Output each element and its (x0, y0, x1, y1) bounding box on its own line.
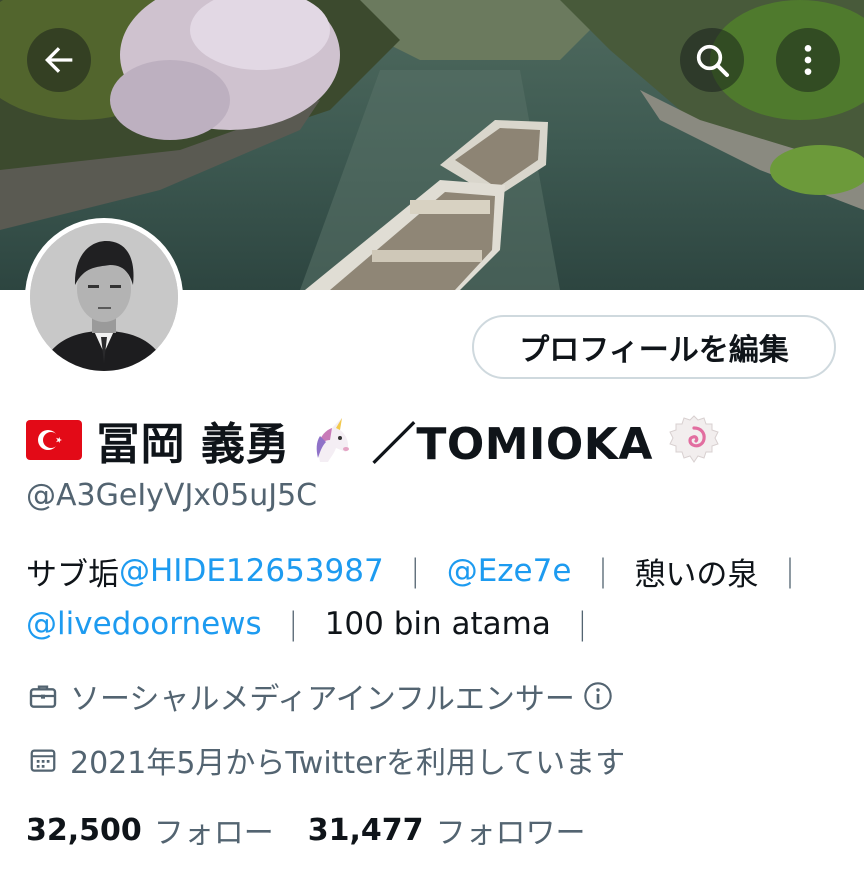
bio-separator: ｜ (566, 609, 598, 646)
bio-separator: ｜ (774, 556, 806, 593)
bio-line-1: サブ垢 @HIDE12653987 ｜ @Eze7e ｜ 憩いの泉 ｜ (26, 548, 821, 594)
avatar[interactable] (25, 218, 183, 376)
arrow-left-icon (45, 47, 73, 73)
display-name-main: 冨岡 義勇 (96, 419, 290, 470)
bio-separator: ｜ (399, 556, 431, 593)
bio-mention-link[interactable]: @HIDE12653987 (119, 553, 384, 589)
unicorn-icon (306, 414, 358, 466)
username-handle: @A3GeIyVJx05uJ5C (26, 478, 318, 513)
profile-category: ソーシャルメディアインフルエンサー (26, 676, 615, 717)
turkey-flag-icon (26, 420, 82, 460)
follow-stats: 32,500 フォロー 31,477 フォロワー (26, 808, 586, 852)
bio-mention-link[interactable]: @livedoornews (26, 606, 262, 642)
back-button[interactable] (27, 28, 91, 92)
edit-profile-button[interactable]: プロフィールを編集 (472, 315, 836, 379)
avatar-photo (30, 223, 178, 371)
bio-separator: ｜ (277, 609, 309, 646)
bio-text: 100 bin atama (324, 606, 551, 642)
search-icon (696, 44, 729, 77)
followers-count: 31,477 (307, 812, 424, 848)
calendar-icon (26, 743, 60, 777)
join-date: 2021年5月からTwitterを利用しています (26, 740, 626, 781)
more-vertical-icon (804, 45, 812, 75)
search-button[interactable] (680, 28, 744, 92)
following-count: 32,500 (26, 812, 142, 848)
display-name-suffix: ／TOMIOKA (371, 419, 653, 470)
briefcase-icon (26, 679, 60, 713)
info-icon[interactable] (581, 679, 615, 713)
bio-text: 憩いの泉 (634, 556, 759, 593)
bio-separator: ｜ (587, 556, 619, 593)
bio-line-2: @livedoornews ｜ 100 bin atama ｜ (26, 601, 614, 647)
followers-label: フォロワー (435, 816, 586, 851)
bio-text: サブ垢 (26, 556, 119, 593)
join-date-label: 2021年5月からTwitterを利用しています (70, 746, 626, 781)
following-link[interactable]: 32,500 フォロー (26, 808, 274, 852)
category-label: ソーシャルメディアインフルエンサー (70, 682, 575, 717)
bio-mention-link[interactable]: @Eze7e (447, 553, 572, 589)
following-label: フォロー (153, 816, 274, 851)
followers-link[interactable]: 31,477 フォロワー (308, 808, 586, 852)
narutomaki-icon (667, 413, 721, 467)
profile-page: プロフィールを編集 冨岡 義勇 ／TOMIOKA @A3GeIyVJx05uJ5… (0, 0, 864, 871)
more-options-button[interactable] (776, 28, 840, 92)
display-name: 冨岡 義勇 ／TOMIOKA (26, 408, 721, 472)
